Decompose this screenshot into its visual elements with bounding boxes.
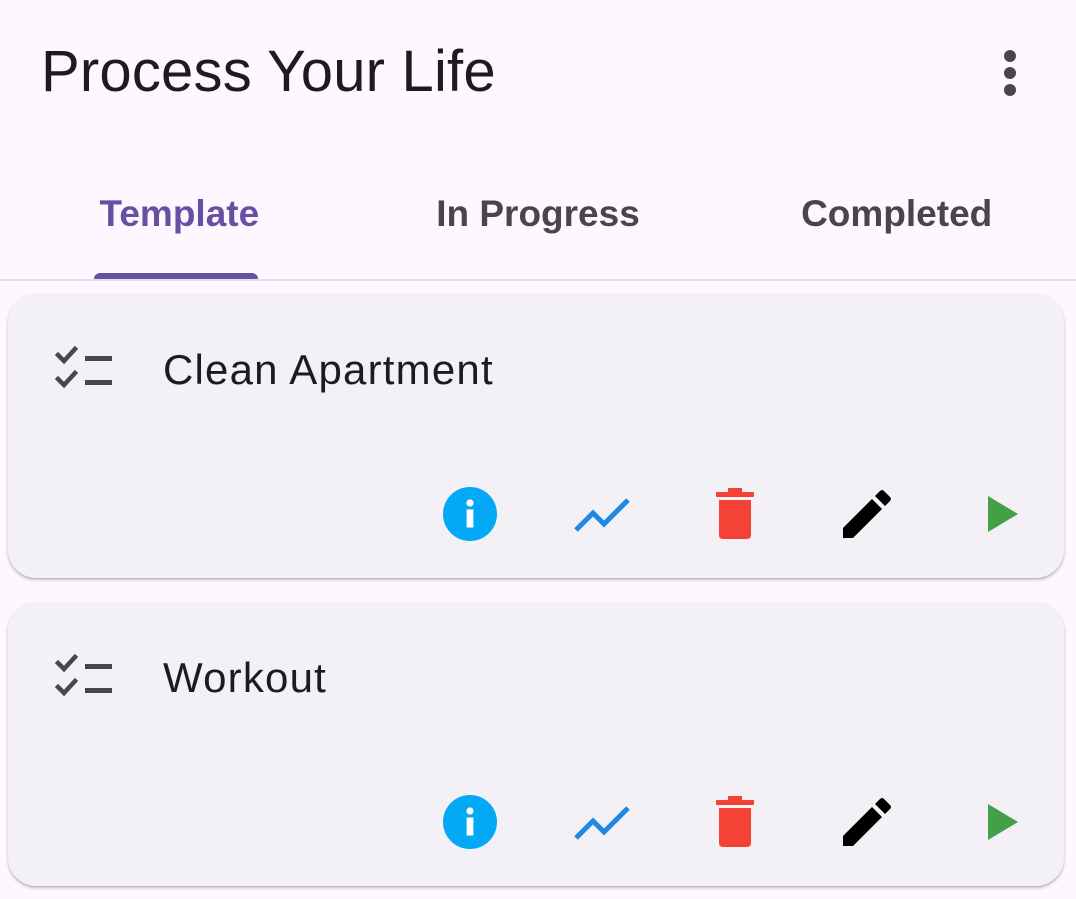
tab-bar: Template In Progress Completed — [0, 150, 1076, 280]
card-actions — [8, 787, 1064, 857]
tab-completed[interactable]: Completed — [717, 150, 1076, 280]
tab-label: Completed — [801, 193, 993, 234]
template-card[interactable]: Workout — [8, 602, 1064, 886]
play-icon — [988, 804, 1018, 840]
tab-template[interactable]: Template — [0, 150, 359, 280]
start-button[interactable] — [968, 787, 1038, 857]
trending-up-icon — [574, 806, 630, 840]
stats-button[interactable] — [568, 787, 638, 857]
app-title: Process Your Life — [41, 39, 496, 104]
start-button[interactable] — [968, 479, 1038, 549]
checklist-icon — [54, 346, 112, 389]
edit-button[interactable] — [832, 479, 902, 549]
app-root: Process Your Life Template In Progress C… — [0, 0, 1076, 899]
card-actions — [8, 479, 1064, 549]
stats-button[interactable] — [568, 479, 638, 549]
delete-icon — [716, 796, 754, 847]
play-icon — [988, 496, 1018, 532]
edit-button[interactable] — [832, 787, 902, 857]
overflow-menu-button[interactable] — [982, 45, 1038, 101]
edit-icon — [843, 798, 891, 846]
tab-in-progress[interactable]: In Progress — [359, 150, 718, 280]
edit-icon — [843, 490, 891, 538]
more-vert-icon — [1004, 50, 1016, 96]
info-icon — [443, 795, 497, 849]
tab-label: In Progress — [436, 193, 640, 234]
info-button[interactable] — [435, 787, 505, 857]
delete-button[interactable] — [700, 479, 770, 549]
template-title: Workout — [163, 654, 328, 701]
top-app-bar: Process Your Life — [0, 0, 1076, 150]
delete-button[interactable] — [700, 787, 770, 857]
template-title: Clean Apartment — [163, 346, 494, 393]
info-icon — [443, 487, 497, 541]
delete-icon — [716, 488, 754, 539]
trending-up-icon — [574, 498, 630, 532]
tab-label: Template — [99, 193, 260, 234]
tab-divider — [0, 279, 1076, 281]
checklist-icon — [54, 654, 112, 697]
info-button[interactable] — [435, 479, 505, 549]
template-card[interactable]: Clean Apartment — [8, 294, 1064, 578]
